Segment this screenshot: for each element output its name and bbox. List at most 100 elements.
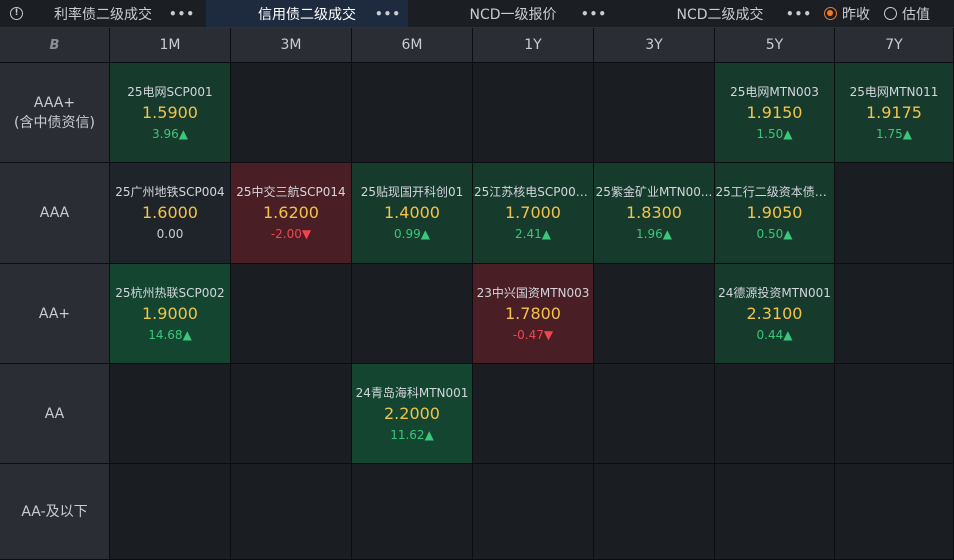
empty-cell — [352, 264, 473, 364]
tab-ncd-primary-quote[interactable]: NCD一级报价 — [452, 0, 574, 27]
bond-cell[interactable]: 24青岛海科MTN001 2.2000 11.62▲ — [352, 364, 473, 464]
row-header-rating: AA-及以下 — [0, 464, 110, 560]
tab-rate-bond-more-icon[interactable]: ••• — [169, 0, 194, 27]
tab-ncd-primary-more-icon[interactable]: ••• — [581, 0, 606, 27]
bond-name: 25杭州热联SCP002 — [115, 285, 225, 300]
row-header-label: (含中债资信) — [14, 114, 95, 131]
bond-name: 24青岛海科MTN001 — [355, 385, 469, 400]
empty-cell — [231, 464, 352, 560]
bond-change-value: 0.44 — [756, 327, 784, 342]
bond-change: 1.96▲ — [636, 226, 672, 242]
bond-cell[interactable]: 25贴现国开科创01 1.4000 0.99▲ — [352, 163, 473, 264]
bond-change-value: -2.00 — [270, 227, 302, 241]
bond-change: -2.00▼ — [271, 226, 311, 242]
bond-change-value: 0.50 — [756, 227, 784, 241]
bond-change: 3.96▲ — [152, 126, 188, 142]
bond-yield: 1.6200 — [263, 203, 319, 222]
row-header-rating: AAA — [0, 163, 110, 264]
bond-change-value: 14.68 — [148, 327, 183, 342]
arrow-down-icon: ▼ — [543, 327, 554, 342]
tab-ncd-secondary[interactable]: NCD二级成交 — [660, 0, 780, 27]
bond-cell[interactable]: 25中交三航SCP014 1.6200 -2.00▼ — [231, 163, 352, 264]
empty-cell — [110, 464, 231, 560]
bond-cell[interactable]: 25紫金矿业MTN00... 1.8300 1.96▲ — [594, 163, 715, 264]
arrow-up-icon: ▲ — [662, 227, 672, 241]
empty-cell — [473, 464, 594, 560]
bond-change: -0.47▼ — [513, 327, 553, 343]
tab-rate-bond-secondary[interactable]: 利率债二级成交 — [38, 0, 168, 27]
row-header-label: AA — [44, 405, 65, 422]
empty-cell — [231, 364, 352, 464]
bond-name: 25电网MTN003 — [730, 84, 819, 99]
bond-change-value: -0.47 — [512, 327, 544, 342]
bond-change: 14.68▲ — [148, 327, 192, 343]
radio-prev-close-label[interactable]: 昨收 — [842, 0, 870, 27]
arrow-down-icon: ▼ — [301, 227, 312, 241]
bond-change-value: 2.41 — [515, 227, 542, 241]
row-header-rating: AAA+ (含中债资信) — [0, 63, 110, 163]
bond-change-value: 0.99 — [394, 227, 421, 241]
column-header-3m: 3M — [231, 28, 352, 63]
bond-name: 25电网SCP001 — [127, 84, 213, 99]
row-header-rating: AA+ — [0, 264, 110, 364]
bond-cell[interactable]: 23中兴国资MTN003 1.7800 -0.47▼ — [473, 264, 594, 364]
bond-change-value: 11.62 — [390, 427, 425, 442]
row-header-label: AAA — [39, 205, 70, 221]
bond-change-value: 0.00 — [156, 227, 184, 241]
arrow-up-icon: ▲ — [420, 227, 430, 241]
bond-name: 25电网MTN011 — [849, 84, 939, 99]
column-header-5y: 5Y — [715, 28, 835, 63]
bond-change-value: 3.96 — [152, 126, 179, 141]
row-header-rating: AA — [0, 364, 110, 464]
bond-cell[interactable]: 25江苏核电SCP001... 1.7000 2.41▲ — [473, 163, 594, 264]
bond-yield: 1.4000 — [384, 203, 440, 222]
bond-yield: 1.9000 — [142, 303, 198, 323]
radio-prev-close[interactable] — [824, 7, 837, 20]
bond-change: 2.41▲ — [515, 226, 551, 242]
bond-yield: 1.9150 — [746, 102, 803, 122]
tab-ncd-secondary-more-icon[interactable]: ••• — [786, 0, 811, 27]
top-tab-bar: ! 利率债二级成交 ••• 信用债二级成交 ••• NCD一级报价 ••• NC… — [0, 0, 954, 28]
bond-change: 0.44▲ — [757, 327, 793, 343]
bond-cell[interactable]: 25电网SCP001 1.5900 3.96▲ — [110, 63, 231, 163]
empty-cell — [835, 163, 954, 264]
bond-cell[interactable]: 25杭州热联SCP002 1.9000 14.68▲ — [110, 264, 231, 364]
bond-yield: 1.7000 — [505, 203, 561, 222]
bond-change: 1.75▲ — [876, 126, 912, 142]
bond-yield: 2.2000 — [384, 403, 440, 423]
bond-name: 25中交三航SCP014 — [236, 185, 346, 199]
bond-cell[interactable]: 25工行二级资本债0... 1.9050 0.50▲ — [715, 163, 835, 264]
empty-cell — [352, 464, 473, 560]
bond-change-value: 1.96 — [636, 227, 663, 241]
bond-cell[interactable]: 24德源投资MTN001 2.3100 0.44▲ — [715, 264, 835, 364]
bond-yield: 2.3100 — [746, 303, 803, 323]
empty-cell — [835, 364, 954, 464]
bond-cell[interactable]: 25电网MTN003 1.9150 1.50▲ — [715, 63, 835, 163]
radio-valuation-label[interactable]: 估值 — [902, 0, 930, 27]
tab-credit-bond-label: 信用债二级成交 — [258, 6, 356, 23]
bond-name: 24德源投资MTN001 — [718, 285, 831, 300]
credit-bond-matrix: B 1M 3M 6M 1Y 3Y 5Y 7Y AAA+ (含中债资信) 25电网SCP001 1.59… — [0, 28, 954, 560]
info-icon[interactable]: ! — [10, 7, 23, 20]
empty-cell — [594, 264, 715, 364]
bond-change: 0.00 — [157, 226, 184, 242]
arrow-up-icon: ▲ — [178, 126, 188, 141]
radio-valuation[interactable] — [884, 7, 897, 20]
empty-cell — [594, 63, 715, 163]
bond-cell[interactable]: 25电网MTN011 1.9175 1.75▲ — [835, 63, 954, 163]
row-header-label: AA+ — [38, 305, 71, 322]
empty-cell — [835, 264, 954, 364]
column-header-6m: 6M — [352, 28, 473, 63]
bond-yield: 1.9175 — [866, 102, 922, 122]
bond-change-value: 1.50 — [756, 126, 784, 141]
empty-cell — [473, 364, 594, 464]
arrow-up-icon: ▲ — [902, 126, 912, 141]
empty-cell — [715, 464, 835, 560]
bond-change: 0.50▲ — [757, 226, 793, 242]
tab-credit-bond-more-icon[interactable]: ••• — [375, 0, 400, 27]
column-header-7y: 7Y — [835, 28, 954, 63]
bond-yield: 1.5900 — [142, 102, 198, 122]
corner-cell: B — [0, 28, 110, 63]
bond-yield: 1.9050 — [746, 203, 803, 222]
bond-cell[interactable]: 25广州地铁SCP004 1.6000 0.00 — [110, 163, 231, 264]
